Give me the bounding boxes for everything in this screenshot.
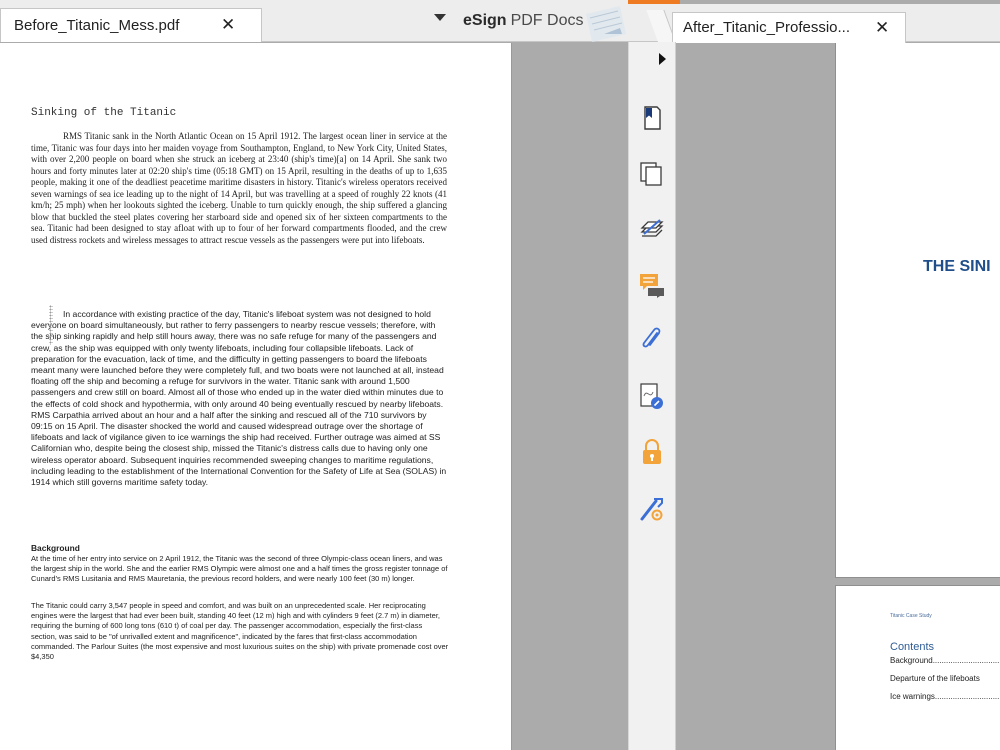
document-title: Sinking of the Titanic <box>31 107 177 119</box>
comments-icon[interactable] <box>638 270 666 298</box>
tab-label: Before_Titanic_Mess.pdf <box>14 17 180 34</box>
tab-label: After_Titanic_Professio... <box>683 19 851 36</box>
toc-item[interactable]: Departure of the lifeboats <box>890 674 1000 683</box>
paragraph-lifeboats: In accordance with existing practice of … <box>31 309 447 488</box>
cover-page: THE SINI <box>835 43 1000 578</box>
app-brand: eSign PDF Docs <box>463 12 583 30</box>
bookmark-icon[interactable] <box>638 104 666 132</box>
toc-item[interactable]: Background..............................… <box>890 656 1000 665</box>
paragraph-capacity: The Titanic could carry 3,547 people in … <box>31 601 449 662</box>
lock-icon[interactable] <box>638 438 666 466</box>
brand-light: PDF Docs <box>510 12 584 29</box>
page-header: Titanic Case Study <box>890 613 932 619</box>
close-tab-icon[interactable]: ✕ <box>221 15 235 35</box>
right-tab-bar: After_Titanic_Professio... ✕ <box>628 4 1000 43</box>
brand-decoration-icon <box>586 6 626 42</box>
tools-icon[interactable] <box>638 495 666 523</box>
background-heading: Background <box>31 543 80 553</box>
left-document-pane: Before_Titanic_Mess.pdf ✕ eSign PDF Docs … <box>0 0 628 750</box>
toc-item[interactable]: Ice warnings............................… <box>890 692 1000 701</box>
toc-title: Contents <box>890 641 935 653</box>
attachment-icon[interactable] <box>638 325 666 353</box>
brand-bold: eSign <box>463 12 507 29</box>
paragraph-background: At the time of her entry into service on… <box>31 554 448 584</box>
layers-icon[interactable] <box>638 214 666 242</box>
cover-title: THE SINI <box>923 258 991 275</box>
chevron-down-icon[interactable] <box>434 14 446 21</box>
pages-icon[interactable] <box>638 160 666 188</box>
signature-icon[interactable] <box>638 382 666 410</box>
tab-after-titanic-professional[interactable]: After_Titanic_Professio... ✕ <box>672 12 906 43</box>
contents-page: Titanic Case Study Contents Background..… <box>835 585 1000 750</box>
tools-sidebar <box>628 42 676 750</box>
close-tab-icon[interactable]: ✕ <box>875 18 889 38</box>
splitter-handle[interactable] <box>49 305 53 345</box>
expand-sidebar-icon[interactable] <box>659 53 666 65</box>
left-tab-bar: Before_Titanic_Mess.pdf ✕ eSign PDF Docs <box>0 0 628 42</box>
paragraph-intro: RMS Titanic sank in the North Atlantic O… <box>31 131 447 245</box>
tab-before-titanic-mess[interactable]: Before_Titanic_Mess.pdf ✕ <box>0 8 262 42</box>
